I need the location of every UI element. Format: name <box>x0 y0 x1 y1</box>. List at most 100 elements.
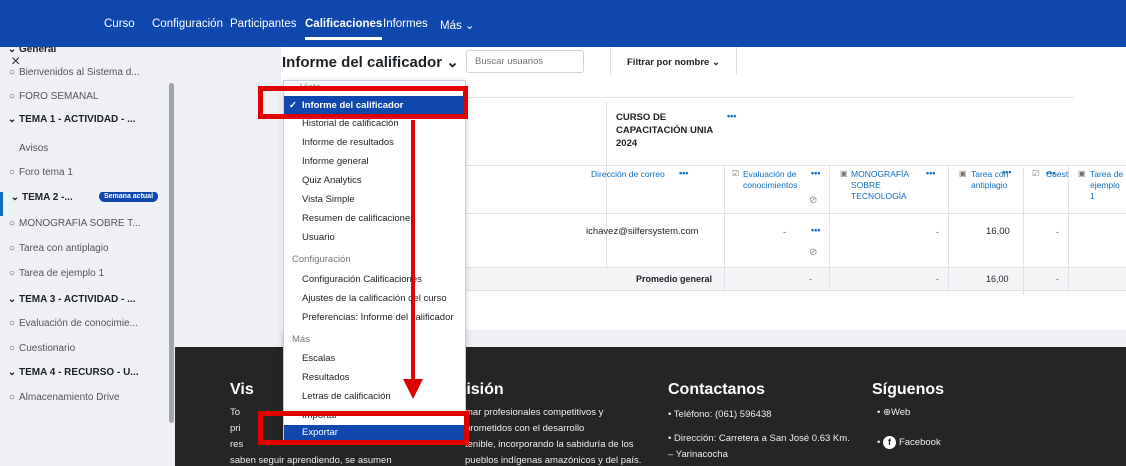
facebook-link[interactable]: • f Facebook <box>877 435 941 451</box>
course-category-title: CURSO DE CAPACITACIÓN UNIA 2024 <box>616 112 713 149</box>
col-border <box>1068 165 1069 291</box>
circle-icon: ○ <box>8 392 16 403</box>
sidebar-activity[interactable]: ○ FORO SEMANAL <box>0 91 170 115</box>
header-evaluacion[interactable]: Evaluación de conocimientos <box>743 169 813 191</box>
divider <box>466 97 1074 98</box>
sidebar-activity[interactable]: ○ Almacenamiento Drive <box>0 392 170 416</box>
top-navigation: Curso Configuración Participantes Califi… <box>0 0 1126 47</box>
annotation-arrow-head <box>403 379 423 399</box>
header-email[interactable]: Dirección de correo <box>591 169 665 179</box>
ejemplo-menu-icon[interactable]: ••• <box>1002 167 1011 177</box>
mono-menu-icon[interactable]: ••• <box>926 168 935 178</box>
average-label: Promedio general <box>636 274 713 284</box>
cell-ejemplo: 16,00 <box>986 226 1010 237</box>
avg-eval: - <box>809 274 812 284</box>
sidebar-activity[interactable]: ○ Bienvenidos al Sistema d... <box>0 67 170 91</box>
sidebar-item-label: FORO SEMANAL <box>19 91 99 102</box>
circle-icon: ○ <box>8 91 16 102</box>
assignment-icon: ▣ <box>840 169 848 178</box>
nav-curso[interactable]: Curso <box>104 18 135 30</box>
cell-eval: - <box>783 227 787 238</box>
hidden-eye-icon: ⊘ <box>809 195 818 206</box>
avg-mono: - <box>936 274 939 284</box>
contact-phone: • Teléfono: (061) 596438 <box>668 409 772 420</box>
current-week-badge: Semana actual <box>99 192 159 202</box>
email-menu-icon[interactable]: ••• <box>679 168 688 178</box>
sidebar-activity[interactable]: Avisos <box>0 143 170 167</box>
web-link[interactable]: • ⊕Web <box>877 405 910 421</box>
menu-group-mas: Más <box>292 334 310 345</box>
sidebar-activity[interactable]: ○ Foro tema 1 <box>0 167 170 191</box>
search-users-input[interactable] <box>466 50 584 73</box>
assignment-icon: ▣ <box>959 169 967 178</box>
header-cuestionario[interactable]: Cuest <box>1046 169 1068 179</box>
eval-menu-icon[interactable]: ••• <box>811 168 820 178</box>
sidebar-item-label: Bienvenidos al Sistema d... <box>19 67 140 78</box>
avg-tarea: - <box>1056 274 1059 284</box>
vision-title: Vis <box>230 381 254 398</box>
menu-item-resultados-informe[interactable]: Informe de resultados <box>302 137 394 148</box>
filter-by-name-button[interactable]: Filtrar por nombre ⌄ <box>627 57 720 68</box>
hidden-eye-icon: ⊘ <box>809 247 818 258</box>
menu-item-resultados[interactable]: Resultados <box>302 372 350 383</box>
col-border <box>829 165 830 291</box>
col-border <box>948 165 949 291</box>
menu-item-importar[interactable]: Importar <box>302 410 337 421</box>
col-border <box>606 102 607 292</box>
mision-text: mar profesionales competitivos y prometi… <box>465 407 642 466</box>
header-tarea-ejemplo[interactable]: Tarea de ejemplo 1 <box>1090 169 1126 202</box>
col-border <box>1023 168 1024 294</box>
menu-item-resumen[interactable]: Resumen de calificaciones <box>302 213 415 224</box>
menu-item-informe-general[interactable]: Informe general <box>302 156 369 167</box>
report-selector[interactable]: Informe del calificador ⌄ <box>282 53 459 71</box>
nav-participantes[interactable]: Participantes <box>230 18 296 30</box>
report-selector-menu: Vista ✓ Informe del calificador Historia… <box>283 80 466 441</box>
sidebar-item-label: General <box>19 47 57 55</box>
nav-mas[interactable]: Más ⌄ <box>440 18 475 32</box>
nav-informes[interactable]: Informes <box>383 18 428 30</box>
menu-item-historial[interactable]: Historial de calificación <box>302 118 399 129</box>
sidebar-activity[interactable]: ○ Tarea con antiplagio <box>0 243 170 267</box>
menu-item-preferencias[interactable]: Preferencias: Informe del calificador <box>302 312 454 323</box>
nav-calificaciones[interactable]: Calificaciones <box>305 18 383 40</box>
assignment-icon: ▣ <box>1078 169 1086 178</box>
menu-item-usuario[interactable]: Usuario <box>302 232 335 243</box>
header-tarea-antiplagio[interactable]: Tarea con antiplagio <box>971 169 1021 191</box>
category-menu-icon[interactable]: ••• <box>727 111 736 121</box>
sidebar-section[interactable]: ⌄ TEMA 3 - ACTIVIDAD - ... <box>0 294 170 318</box>
cell-menu-icon[interactable]: ••• <box>811 225 820 235</box>
menu-item-exportar[interactable]: Exportar <box>284 425 465 441</box>
circle-icon: ○ <box>8 318 16 329</box>
menu-item-ajustes[interactable]: Ajustes de la calificación del curso <box>302 293 447 304</box>
row-border <box>466 290 1126 291</box>
menu-item-config-calificaciones[interactable]: Configuración Calificaciones <box>302 274 422 285</box>
circle-icon: ○ <box>8 343 16 354</box>
divider <box>736 47 737 75</box>
quiz-icon: ☑ <box>1032 169 1040 178</box>
menu-item-informe-calificador[interactable]: ✓ Informe del calificador <box>284 96 465 116</box>
sidebar-section[interactable]: ⌄ TEMA 2 -... Semana actual <box>0 192 170 216</box>
sidebar-scrollbar[interactable] <box>169 83 174 423</box>
menu-item-vista-simple[interactable]: Vista Simple <box>302 194 355 205</box>
menu-item-letras[interactable]: Letras de calificación <box>302 391 391 402</box>
menu-item-quiz-analytics[interactable]: Quiz Analytics <box>302 175 362 186</box>
sidebar-section[interactable]: ⌄ TEMA 4 - RECURSO - U... <box>0 367 170 391</box>
sidebar-section[interactable]: ⌄ TEMA 1 - ACTIVIDAD - ... <box>0 114 170 138</box>
sidebar-item-label: TEMA 3 - ACTIVIDAD - ... <box>19 294 136 305</box>
sidebar-activity[interactable]: ○ MONOGRAFÍA SOBRE T... <box>0 218 170 242</box>
sidebar-item-label: Almacenamiento Drive <box>19 392 120 403</box>
sidebar-activity[interactable]: ○ Tarea de ejemplo 1 <box>0 268 170 292</box>
nav-configuracion[interactable]: Configuración <box>152 18 223 30</box>
cell-email: ichavez@silfersystem.com <box>586 226 699 237</box>
check-icon: ✓ <box>289 100 297 111</box>
header-monografia[interactable]: MONOGRAFÍA SOBRE TECNOLOGÍA <box>851 169 921 202</box>
menu-item-escalas[interactable]: Escalas <box>302 353 335 364</box>
sidebar-activity[interactable]: ○ Cuestionario <box>0 343 170 367</box>
sidebar-activity[interactable]: ○ Evaluación de conocimie... <box>0 318 170 342</box>
sidebar-section[interactable]: ⌄ General <box>0 47 170 68</box>
cell-mono: - <box>936 227 940 238</box>
circle-icon: ○ <box>8 218 16 229</box>
chevron-down-icon: ⌄ <box>7 114 17 125</box>
row-border <box>466 213 1126 214</box>
course-index-drawer: × ⌄ General ○ Bienvenidos al Sistema d... ○ F… <box>0 47 175 466</box>
